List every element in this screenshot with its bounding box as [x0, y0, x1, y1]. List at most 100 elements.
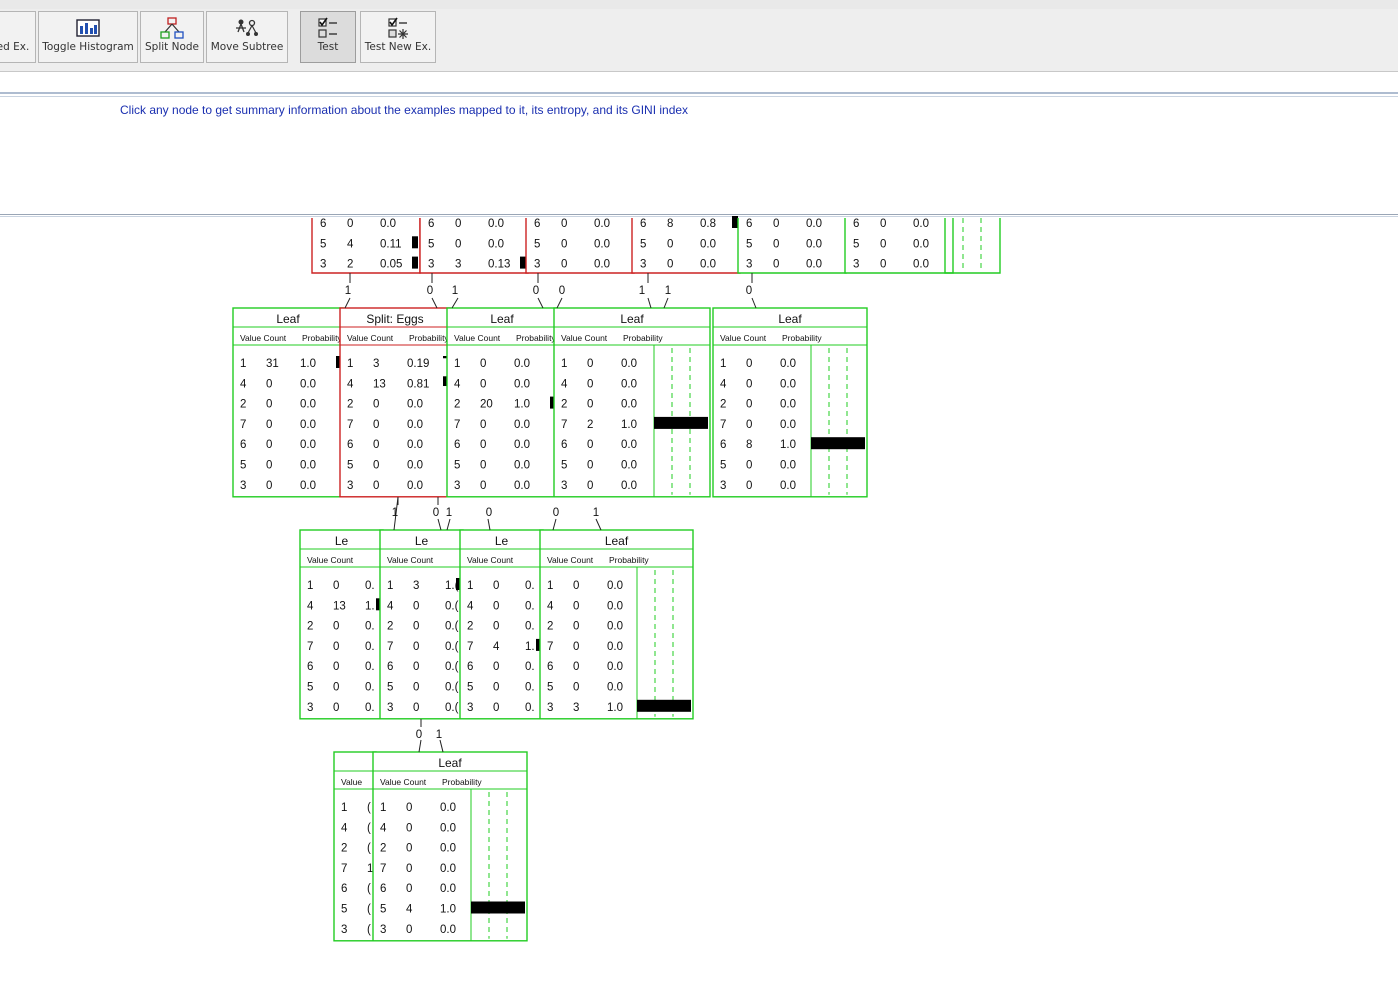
column-header-value-count: Value Count: [387, 555, 434, 565]
row-value: 7: [307, 641, 313, 653]
row-count: 0: [480, 460, 486, 472]
row-probability: 0.: [365, 702, 375, 714]
node-box[interactable]: [525, 218, 635, 274]
row-probability: 0.0: [607, 580, 623, 592]
edge-label: 1: [436, 729, 442, 741]
row-value: 4: [547, 600, 554, 612]
node-box[interactable]: [631, 218, 741, 274]
histogram-bar: [811, 437, 865, 450]
tree-edge: [437, 518, 442, 531]
tree-edge: [431, 297, 438, 309]
row-count: 0: [455, 218, 461, 230]
row-probability: 0.0: [514, 480, 530, 492]
row-count: 0: [493, 682, 499, 694]
row-probability: 0.13: [488, 259, 510, 271]
node-box[interactable]: [419, 218, 529, 274]
row-value: 3: [534, 259, 540, 271]
split-node[interactable]: 6 0 0.0 5 0 0.0 3 3 0.13: [419, 218, 529, 274]
leaf-node[interactable]: Leaf Value Count Probability 1 0 0.0 4 0 0.0 2 20 1…: [446, 307, 558, 498]
leaf-node[interactable]: 6 0 0.0 5 0 0.0 3 0 0.0: [737, 218, 847, 274]
row-probability: 0.0: [607, 641, 623, 653]
row-count: 0: [455, 238, 461, 250]
tree-edge: [663, 297, 669, 309]
row-value: 2: [387, 621, 393, 633]
row-value: 5: [534, 238, 540, 250]
row-value: 5: [853, 238, 859, 250]
row-probability: 0.0: [621, 399, 637, 411]
tree-edge: [751, 297, 757, 309]
row-count: 0: [373, 419, 379, 431]
column-header-probability: Probability: [409, 333, 449, 343]
row-probability: 0.0: [300, 439, 316, 451]
node-box[interactable]: [311, 218, 421, 274]
row-count: 0: [880, 218, 886, 230]
decision-tree-canvas[interactable]: LeafValue Count Probability1 31 1.04 0 0.02 0 0…: [0, 0, 1398, 984]
histogram-bar: [412, 256, 418, 269]
row-value: 6: [380, 883, 386, 895]
row-value: 6: [347, 439, 353, 451]
row-probability: 0.0: [621, 358, 637, 370]
row-probability: 0.0: [700, 259, 716, 271]
leaf-node[interactable]: 6 0 0.0 5 0 0.0 3 0 0.0: [844, 218, 954, 274]
leaf-node[interactable]: Leaf Value Count Probability 1 31 1.0 4 0 0.0 2 0 0…: [232, 307, 344, 498]
column-header-value-count: Value Count: [720, 333, 767, 343]
histogram-bar: [732, 216, 738, 228]
column-header-probability: Probability: [442, 777, 482, 787]
split-node[interactable]: Split: EggsValue Count Probability1 3 0.194…: [339, 307, 451, 498]
edge-label: 1: [639, 285, 645, 297]
row-count: 0: [480, 419, 486, 431]
leaf-node[interactable]: Leaf Value Count Probability 1 0 0.0 4 0 0.0 2 0 0.…: [553, 307, 711, 498]
row-probability: 0.0: [607, 661, 623, 673]
row-count: 0: [406, 802, 412, 814]
row-probability: 0.0: [440, 822, 456, 834]
leaf-node[interactable]: Le Value Count 1 0 0. 4 0 0. 2 0 0. 7 4 1. 6 0 0. 5 0 0. 3 0 0…: [459, 529, 544, 720]
row-value: 5: [746, 238, 752, 250]
column-header-value-count: Value Count: [307, 555, 354, 565]
row-value: 1: [347, 358, 353, 370]
leaf-node[interactable]: Leaf Value Count Probability 1 0 0.0 4 0 0.0 2 0 0.…: [712, 307, 868, 498]
row-count: 8: [667, 218, 673, 230]
row-value: 7: [561, 419, 567, 431]
row-count: 13: [333, 600, 346, 612]
row-probability: 0.0: [380, 218, 396, 230]
row-value: 3: [428, 259, 434, 271]
row-probability: 0.0: [407, 480, 423, 492]
node-box[interactable]: [737, 218, 847, 274]
leaf-node[interactable]: Value1 (4 (2 (7 16 (5 (3(: [333, 751, 377, 942]
split-node[interactable]: 6 8 0.8 5 0 0.0 3 0 0.0: [631, 216, 741, 274]
column-header-probability: Probability: [623, 333, 663, 343]
row-count: 0: [493, 621, 499, 633]
row-value: 5: [307, 682, 313, 694]
row-probability: 0.0: [806, 218, 822, 230]
leaf-node[interactable]: Le Value Count 1 0 0. 4 13 1. 2 0 0. 7 0 0. 6 0 0. 5 0 0. 3 0…: [299, 529, 384, 720]
row-count: 0: [266, 460, 272, 472]
leaf-node[interactable]: LeValue Count1 3 1.(4 0 0.(2 0 0.(7 0 0.(6 0 0.(5 0…: [379, 529, 464, 720]
split-node[interactable]: 6 0 0.05 4 0.113 2 0.05: [311, 218, 421, 274]
row-value: 3: [320, 259, 326, 271]
row-probability: 0.0: [806, 238, 822, 250]
row-count: 0: [746, 399, 752, 411]
row-probability: 0.: [525, 661, 535, 673]
row-probability: 0.0: [913, 218, 929, 230]
row-probability: 0.0: [700, 238, 716, 250]
row-count: 0: [480, 439, 486, 451]
leaf-node[interactable]: Leaf Value Count Probability 1 0 0.0 4 0 0.0 2 0 0.…: [539, 529, 694, 720]
row-value: 3: [853, 259, 859, 271]
row-probability: 0.81: [407, 378, 429, 390]
row-value: 3: [380, 924, 386, 936]
row-probability: 0.0: [514, 378, 530, 390]
split-node[interactable]: 6 0 0.0 5 0 0.0 3 0 0.0: [525, 218, 635, 274]
row-count: 0: [266, 419, 272, 431]
row-value: 5: [380, 904, 386, 916]
tree-edge: [647, 297, 652, 309]
row-value: 1: [341, 802, 347, 814]
row-probability: 0.0: [514, 358, 530, 370]
leaf-node[interactable]: Leaf Value Count Probability 1 0 0.0 4 0 0.0 2 0 0.…: [372, 751, 528, 942]
row-value: 7: [547, 641, 553, 653]
node-box[interactable]: [844, 218, 954, 274]
row-value: 3: [547, 702, 553, 714]
row-value: 1: [720, 358, 726, 370]
row-count: 0: [561, 259, 567, 271]
row-probability: 0.0: [621, 378, 637, 390]
column-header-value-count: Value: [341, 777, 362, 787]
